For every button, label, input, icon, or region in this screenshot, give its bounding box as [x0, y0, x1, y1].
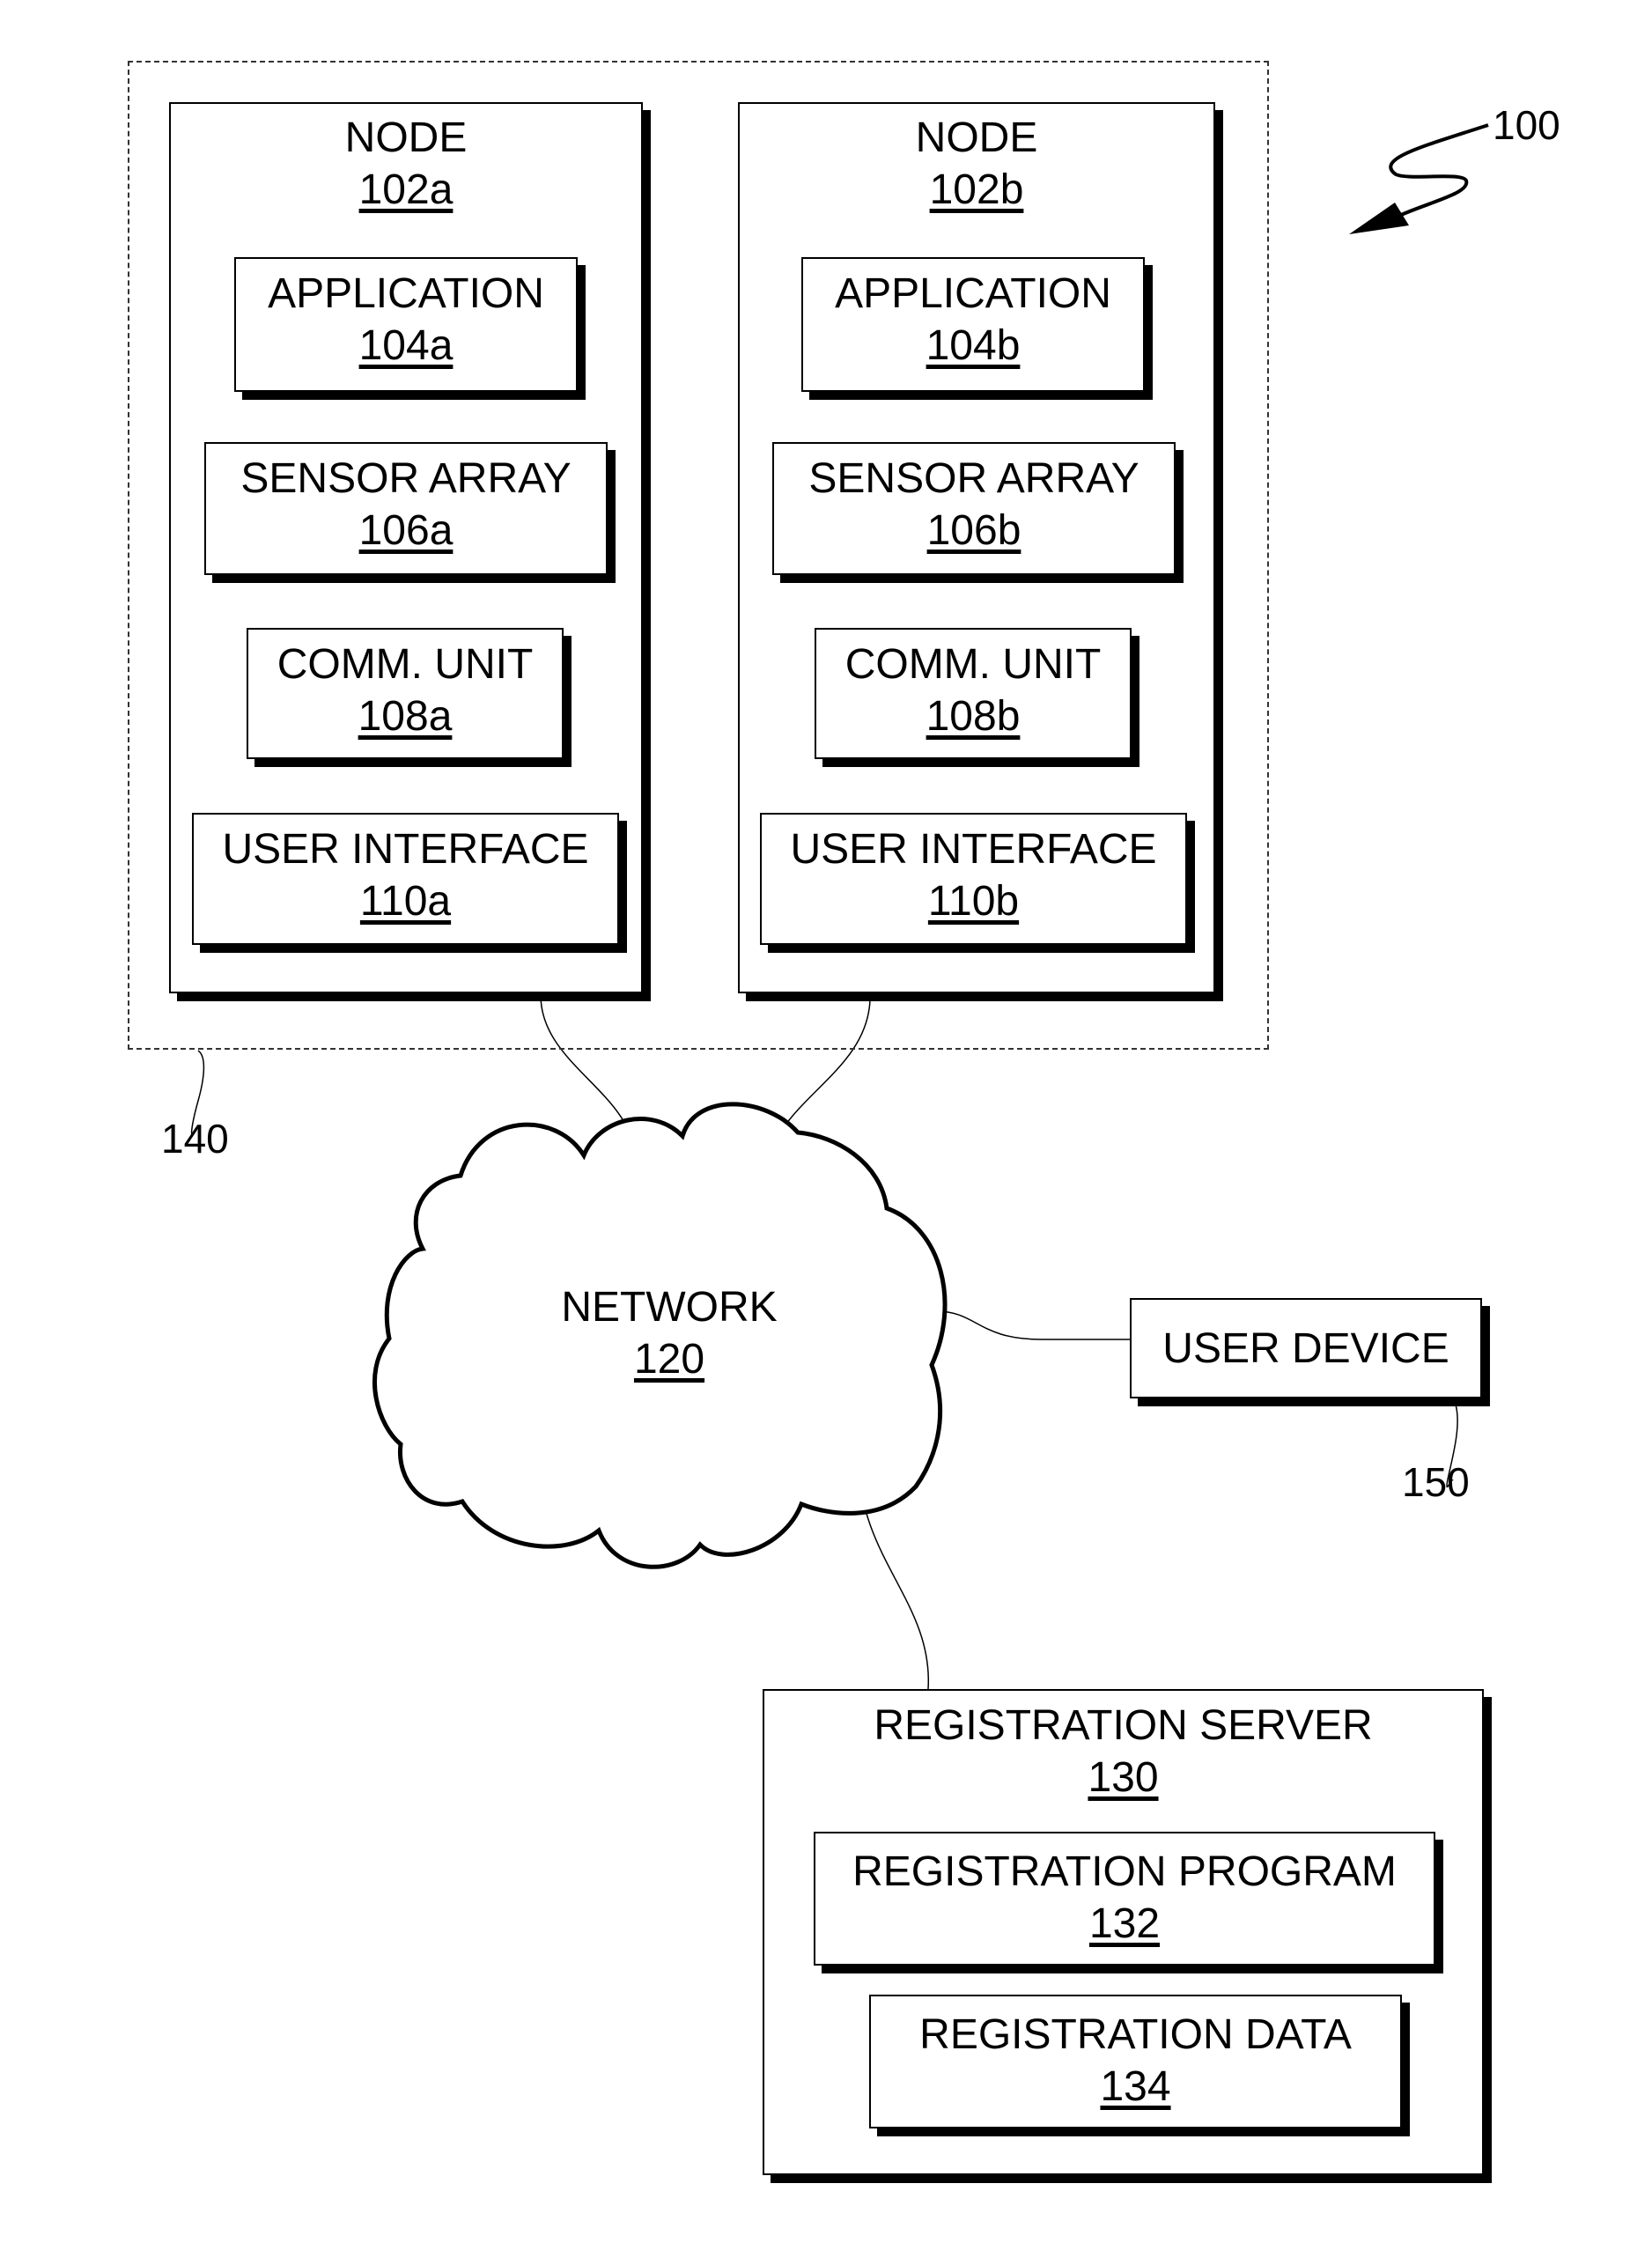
network-ref: 120 — [633, 1336, 705, 1383]
node-ref: 102a — [358, 166, 454, 213]
component-title: APPLICATION — [835, 270, 1111, 317]
component-ref: 108b — [926, 693, 1021, 740]
ref-label-100: 100 — [1493, 102, 1560, 148]
user-device-title: USER DEVICE — [1162, 1325, 1449, 1372]
component-title: COMM. UNIT — [277, 641, 534, 688]
sensor-array-106b: SENSOR ARRAY 106b — [772, 442, 1176, 575]
server-ref: 130 — [1088, 1754, 1159, 1801]
component-ref: 104b — [926, 322, 1021, 369]
component-ref: 106b — [926, 507, 1021, 554]
server-title: REGISTRATION SERVER — [874, 1702, 1373, 1749]
component-ref: 110b — [927, 878, 1020, 925]
ref-label-150: 150 — [1402, 1459, 1470, 1505]
component-ref: 104a — [358, 322, 454, 369]
component-ref: 106a — [358, 507, 454, 554]
arrowhead-icon — [1349, 203, 1409, 234]
comm-unit-108b: COMM. UNIT 108b — [815, 628, 1132, 759]
component-title: SENSOR ARRAY — [240, 455, 572, 502]
component-ref: 108a — [358, 693, 453, 740]
node-title: NODE — [344, 114, 468, 161]
component-ref: 132 — [1088, 1900, 1161, 1947]
comm-unit-108a: COMM. UNIT 108a — [247, 628, 564, 759]
component-title: SENSOR ARRAY — [808, 455, 1139, 502]
registration-program-132: REGISTRATION PROGRAM 132 — [814, 1832, 1435, 1966]
component-title: APPLICATION — [268, 270, 544, 317]
network-120: NETWORK 120 — [528, 1281, 810, 1385]
registration-data-134: REGISTRATION DATA 134 — [869, 1995, 1402, 2128]
node-ref: 102b — [929, 166, 1024, 213]
component-ref: 134 — [1100, 2063, 1171, 2110]
user-interface-110b: USER INTERFACE 110b — [760, 813, 1187, 945]
sensor-array-106a: SENSOR ARRAY 106a — [204, 442, 608, 575]
component-title: COMM. UNIT — [844, 641, 1102, 688]
network-title: NETWORK — [561, 1284, 778, 1331]
component-title: REGISTRATION DATA — [919, 2011, 1352, 2058]
link-network-user-device — [935, 1310, 1130, 1340]
application-104a: APPLICATION 104a — [234, 257, 578, 392]
component-ref: 110a — [359, 878, 452, 925]
ref-100-arrow-icon — [1389, 123, 1489, 220]
component-title: USER INTERFACE — [222, 826, 589, 873]
node-title: NODE — [915, 114, 1038, 161]
component-title: USER INTERFACE — [790, 826, 1157, 873]
component-title: REGISTRATION PROGRAM — [852, 1848, 1397, 1895]
user-interface-110a: USER INTERFACE 110a — [192, 813, 619, 945]
application-104b: APPLICATION 104b — [801, 257, 1145, 392]
user-device: USER DEVICE — [1130, 1298, 1482, 1398]
ref-label-140: 140 — [161, 1116, 229, 1162]
